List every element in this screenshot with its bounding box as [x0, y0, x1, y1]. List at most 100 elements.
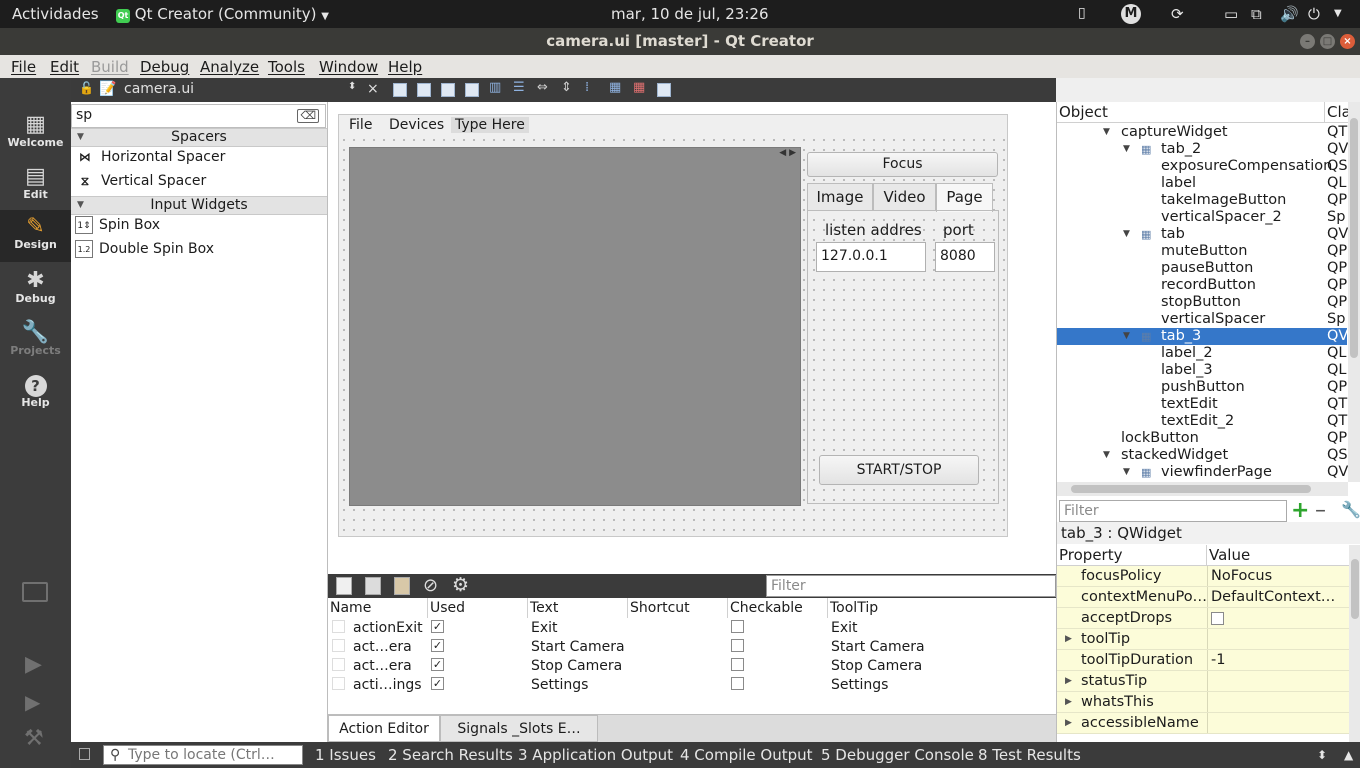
property-checkbox[interactable] — [1211, 612, 1224, 625]
object-tree-row[interactable]: textEdit QT — [1057, 396, 1347, 413]
menu-window[interactable]: Window — [319, 58, 378, 76]
port-text-edit[interactable]: 8080 — [935, 242, 995, 272]
property-value[interactable]: -1 — [1211, 650, 1225, 670]
used-checkbox[interactable]: ✓ — [431, 639, 444, 652]
property-row[interactable]: ▶ accessibleName — [1057, 713, 1349, 734]
object-tree-row[interactable]: ▼ ▦ viewfinderPage QV — [1057, 464, 1348, 481]
display-icon[interactable]: ▭ — [1224, 5, 1238, 23]
edit-buddies-icon[interactable] — [441, 83, 455, 97]
used-checkbox[interactable]: ✓ — [431, 620, 444, 633]
object-tree-row[interactable]: ▼ ▦ tab QV — [1057, 226, 1348, 243]
used-checkbox[interactable]: ✓ — [431, 658, 444, 671]
user-avatar-icon[interactable]: M — [1121, 4, 1141, 24]
stack-navigation-icon[interactable]: ◀ ▶ — [779, 148, 796, 158]
table-row[interactable]: acti…ings ✓ Settings Settings — [328, 676, 1056, 695]
expand-arrow-icon[interactable]: ▼ — [1123, 464, 1130, 481]
object-inspector-horizontal-scrollbar[interactable] — [1057, 482, 1348, 496]
object-tree-row[interactable]: stopButton QP — [1057, 294, 1347, 311]
close-icon[interactable]: × — [1340, 34, 1355, 49]
property-row[interactable]: ▶ statusTip — [1057, 671, 1349, 692]
maximize-output-icon[interactable]: ▲ — [1344, 748, 1353, 762]
configure-gear-icon[interactable]: ⚙ — [452, 574, 469, 596]
object-tree-row[interactable]: label_3 QL — [1057, 362, 1347, 379]
expand-arrow-icon[interactable]: ▶ — [1065, 713, 1072, 733]
layout-horizontal-icon[interactable]: ▥ — [489, 80, 503, 95]
action-filter-input[interactable]: Filter — [766, 575, 1056, 597]
add-property-icon[interactable]: + — [1291, 498, 1309, 523]
table-row[interactable]: actionExit ✓ Exit Exit — [328, 619, 1056, 638]
menu-build[interactable]: Build — [91, 58, 129, 76]
column-header-shortcut[interactable]: Shortcut — [628, 598, 728, 618]
expand-arrow-icon[interactable]: ▶ — [1065, 629, 1072, 649]
property-row[interactable]: toolTipDuration -1 — [1057, 650, 1349, 671]
property-value[interactable]: DefaultContext… — [1211, 587, 1335, 607]
clear-filter-icon[interactable]: ⌫ — [297, 109, 319, 123]
object-tree-row[interactable]: ▼ stackedWidget QS — [1057, 447, 1348, 464]
column-header-text[interactable]: Text — [528, 598, 628, 618]
mode-help[interactable]: ? Help — [0, 368, 71, 420]
object-tree-row[interactable]: exposureCompensation QS — [1057, 158, 1348, 175]
object-tree-row[interactable]: pauseButton QP — [1057, 260, 1347, 277]
designer-form[interactable]: File Devices Type Here ◀ ▶ Focus Image V… — [338, 114, 1008, 537]
property-row[interactable]: contextMenuPo… DefaultContext… — [1057, 587, 1349, 608]
start-stop-button[interactable]: START/STOP — [819, 455, 979, 485]
document-dropdown-icon[interactable]: ⬍ — [348, 81, 356, 92]
form-tab-image[interactable]: Image — [807, 183, 873, 211]
tab-action-editor[interactable]: Action Editor — [328, 715, 440, 742]
grid-layout-icon[interactable]: ▦ — [609, 80, 623, 95]
adjust-size-icon[interactable] — [657, 83, 671, 97]
mode-debug[interactable]: ✱ Debug — [0, 264, 71, 316]
maximize-icon[interactable]: □ — [1320, 34, 1335, 49]
edit-signals-icon[interactable] — [417, 83, 431, 97]
object-inspector-vertical-scrollbar[interactable] — [1348, 102, 1360, 482]
menu-edit[interactable]: Edit — [50, 58, 79, 76]
used-checkbox[interactable]: ✓ — [431, 677, 444, 690]
layout-vertical-icon[interactable]: ☰ — [513, 80, 527, 95]
table-row[interactable]: act…era ✓ Start Camera Start Camera — [328, 638, 1056, 657]
form-menu-devices[interactable]: Devices — [389, 117, 444, 133]
object-tree-row[interactable]: ▼ ▦ tab_3 QV — [1057, 328, 1348, 345]
scrollbar-thumb[interactable] — [1071, 485, 1311, 493]
property-filter-input[interactable]: Filter — [1059, 500, 1287, 522]
object-tree-row[interactable]: muteButton QP — [1057, 243, 1347, 260]
expand-arrow-icon[interactable]: ▼ — [1103, 124, 1110, 141]
widget-vertical-spacer[interactable]: ⧖ Vertical Spacer — [75, 172, 207, 194]
object-tree-row[interactable]: recordButton QP — [1057, 277, 1347, 294]
focus-button[interactable]: Focus — [807, 152, 998, 177]
menu-analyze[interactable]: Analyze — [200, 58, 259, 76]
output-arrows-icon[interactable]: ⬍ — [1317, 748, 1327, 762]
clock[interactable]: mar, 10 de jul, 23:26 — [611, 5, 769, 23]
debug-run-icon[interactable]: ▶ — [25, 690, 40, 714]
sync-icon[interactable]: ⟳ — [1171, 5, 1184, 23]
expand-arrow-icon[interactable]: ▼ — [1103, 447, 1110, 464]
object-tree-row[interactable]: verticalSpacer Sp — [1057, 311, 1347, 328]
object-tree-row[interactable]: label_2 QL — [1057, 345, 1347, 362]
volume-icon[interactable]: 🔊 — [1280, 5, 1299, 23]
object-tree-row[interactable]: verticalSpacer_2 Sp — [1057, 209, 1347, 226]
output-tab-debugger-console[interactable]: 5 Debugger Console — [821, 746, 974, 764]
expand-arrow-icon[interactable]: ▼ — [1123, 141, 1130, 158]
network-icon[interactable]: ⧉ — [1251, 5, 1262, 23]
widget-filter-input[interactable]: sp ⌫ — [71, 104, 326, 128]
new-action-icon[interactable] — [336, 577, 352, 595]
toggle-sidebar-icon[interactable] — [79, 748, 90, 760]
address-text-edit[interactable]: 127.0.0.1 — [816, 242, 926, 272]
monitor-icon[interactable] — [22, 582, 48, 602]
open-document-name[interactable]: camera.ui — [124, 81, 194, 97]
category-input-widgets[interactable]: ▼ Input Widgets — [71, 196, 327, 215]
app-menu-button[interactable]: Qt Qt Creator (Community) ▼ — [116, 5, 329, 23]
menu-file[interactable]: File — [11, 58, 36, 76]
object-tree-row[interactable]: takeImageButton QP — [1057, 192, 1347, 209]
splitter-vertical-icon[interactable]: ⇕ — [561, 80, 575, 95]
object-tree-row[interactable]: pushButton QP — [1057, 379, 1347, 396]
column-header-value[interactable]: Value — [1207, 545, 1349, 566]
build-hammer-icon[interactable]: ⚒ — [24, 726, 44, 751]
column-header-used[interactable]: Used — [428, 598, 528, 618]
delete-action-icon[interactable]: ⊘ — [423, 575, 438, 596]
property-editor-scrollbar[interactable] — [1349, 545, 1360, 742]
break-layout-icon[interactable]: ▦ — [633, 80, 647, 95]
mode-welcome[interactable]: ▦ Welcome — [0, 108, 71, 160]
object-tree-row[interactable]: textEdit_2 QT — [1057, 413, 1347, 430]
form-menu-file[interactable]: File — [349, 117, 372, 133]
minimize-icon[interactable]: – — [1300, 34, 1315, 49]
